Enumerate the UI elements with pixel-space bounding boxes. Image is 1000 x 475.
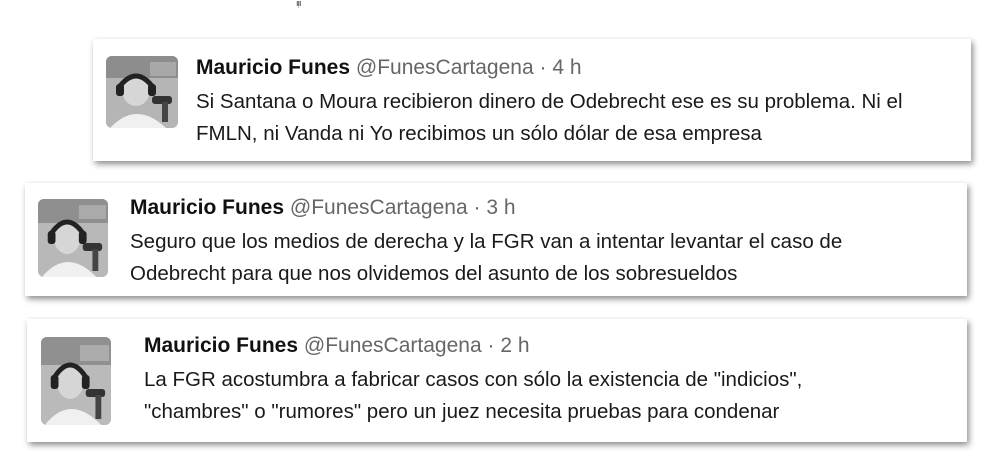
tweet-text-line: La FGR acostumbra a fabricar casos con s… — [144, 368, 803, 391]
tweet-text: La FGR acostumbra a fabricar casos con s… — [144, 364, 953, 428]
tweet-timestamp[interactable]: 3 h — [486, 196, 515, 219]
avatar[interactable] — [41, 337, 111, 425]
separator-dot: · — [487, 334, 495, 357]
avatar-photo-icon — [41, 337, 111, 425]
tweet-content: Mauricio Funes @FunesCartagena · 2 h La … — [144, 331, 953, 428]
author-handle[interactable]: @FunesCartagena — [290, 196, 468, 219]
tweet-timestamp[interactable]: 4 h — [552, 56, 581, 79]
avatar-photo-icon — [38, 199, 108, 277]
tweet-card[interactable]: Mauricio Funes @FunesCartagena · 4 h Si … — [93, 39, 971, 161]
author-handle[interactable]: @FunesCartagena — [304, 334, 482, 357]
author-name[interactable]: Mauricio Funes — [196, 56, 350, 79]
tweet-text: Seguro que los medios de derecha y la FG… — [130, 226, 953, 290]
tweet-timestamp[interactable]: 2 h — [500, 334, 529, 357]
avatar[interactable] — [38, 199, 108, 277]
author-handle[interactable]: @FunesCartagena — [356, 56, 534, 79]
tweet-header: Mauricio Funes @FunesCartagena · 3 h — [130, 193, 953, 223]
author-name[interactable]: Mauricio Funes — [144, 334, 298, 357]
tweet-header: Mauricio Funes @FunesCartagena · 2 h — [144, 331, 953, 361]
separator-dot: · — [473, 196, 481, 219]
tweet-text: Si Santana o Moura recibieron dinero de … — [196, 86, 957, 150]
avatar-photo-icon — [106, 56, 178, 128]
avatar[interactable] — [106, 56, 178, 128]
separator-dot: · — [539, 56, 547, 79]
scan-artifact: ıı̣ı — [296, 0, 302, 8]
tweet-card[interactable]: Mauricio Funes @FunesCartagena · 2 h La … — [27, 319, 967, 442]
tweet-header: Mauricio Funes @FunesCartagena · 4 h — [196, 53, 957, 83]
tweet-content: Mauricio Funes @FunesCartagena · 3 h Seg… — [130, 193, 953, 290]
tweet-text-line: "chambres" o "rumores" pero un juez nece… — [144, 400, 780, 423]
tweet-text-line: Seguro que los medios de derecha y la FG… — [130, 230, 843, 253]
tweet-text-line: FMLN, ni Vanda ni Yo recibimos un sólo d… — [196, 122, 762, 145]
author-name[interactable]: Mauricio Funes — [130, 196, 284, 219]
tweet-content: Mauricio Funes @FunesCartagena · 4 h Si … — [196, 53, 957, 150]
tweet-text-line: Odebrecht para que nos olvidemos del asu… — [130, 262, 738, 285]
tweet-card[interactable]: Mauricio Funes @FunesCartagena · 3 h Seg… — [25, 183, 967, 296]
tweet-text-line: Si Santana o Moura recibieron dinero de … — [196, 90, 903, 113]
